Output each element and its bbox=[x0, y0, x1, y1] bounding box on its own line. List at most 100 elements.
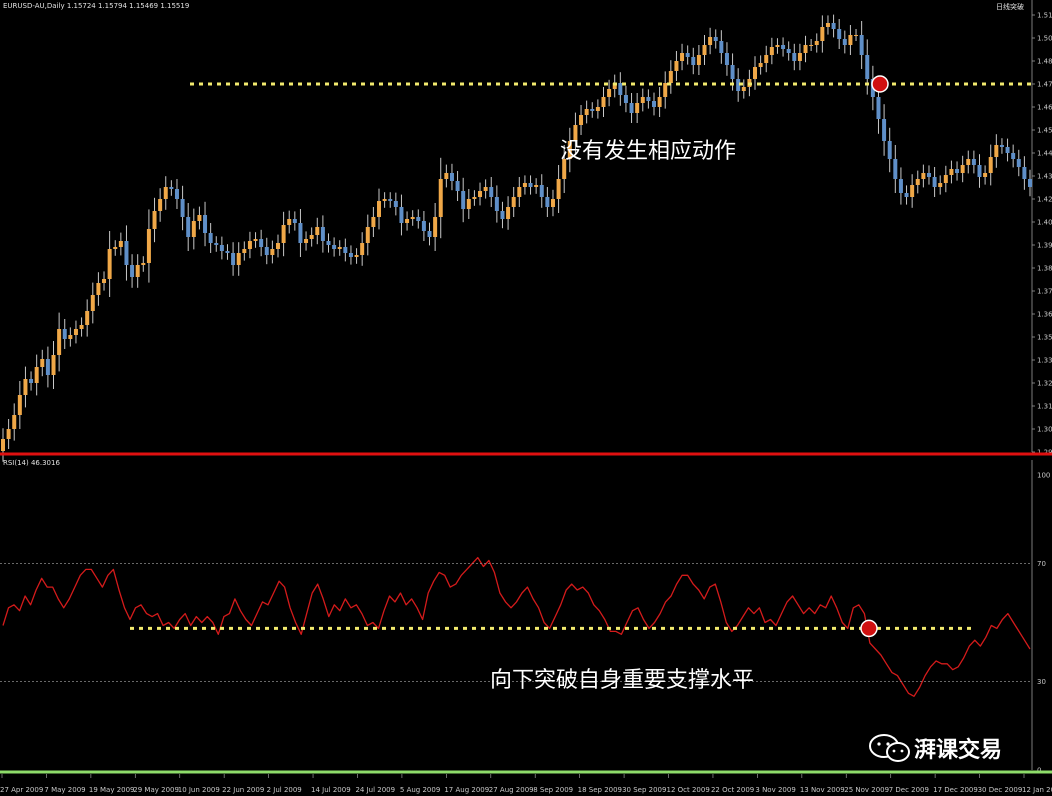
candle-body bbox=[73, 329, 78, 335]
candle-body bbox=[427, 231, 432, 237]
candle-body bbox=[416, 217, 421, 221]
candle-body bbox=[281, 225, 286, 243]
candle-body bbox=[893, 159, 898, 179]
candle-body bbox=[999, 145, 1004, 147]
candle-body bbox=[522, 183, 527, 187]
candle-body bbox=[410, 217, 415, 219]
candle-body bbox=[1016, 159, 1021, 167]
price-tick-label: 1.3855 bbox=[1037, 265, 1052, 273]
time-tick-label: 8 Sep 2009 bbox=[533, 786, 573, 794]
candle-body bbox=[534, 185, 539, 187]
candle-body bbox=[466, 199, 471, 209]
candle-body bbox=[85, 311, 90, 325]
candle-body bbox=[887, 141, 892, 159]
candle-body bbox=[1022, 167, 1027, 179]
candle-body bbox=[29, 379, 34, 383]
candle-body bbox=[247, 241, 252, 249]
candle-body bbox=[702, 45, 707, 55]
time-tick-label: 3 Nov 2009 bbox=[755, 786, 795, 794]
candle-body bbox=[1028, 179, 1032, 187]
price-annotation: 没有发生相应动作 bbox=[560, 139, 736, 164]
candle-body bbox=[590, 109, 595, 111]
candle-body bbox=[971, 159, 976, 165]
candle-body bbox=[399, 207, 404, 223]
candle-body bbox=[663, 83, 668, 97]
price-tick-label: 1.3740 bbox=[1037, 288, 1052, 296]
candle-body bbox=[983, 173, 988, 177]
candle-body bbox=[792, 53, 797, 61]
candle-body bbox=[79, 325, 84, 329]
candle-body bbox=[34, 367, 39, 383]
candle-body bbox=[315, 227, 320, 235]
candle-body bbox=[377, 201, 382, 217]
candle-body bbox=[842, 39, 847, 45]
candle-body bbox=[348, 253, 353, 257]
candle-body bbox=[820, 27, 825, 41]
candle-body bbox=[1011, 153, 1016, 159]
candle-body bbox=[455, 181, 460, 191]
candle-body bbox=[90, 295, 95, 311]
time-tick-label: 7 May 2009 bbox=[44, 786, 85, 794]
candle-body bbox=[45, 359, 50, 375]
candle-body bbox=[292, 219, 297, 223]
candle-body bbox=[657, 97, 662, 107]
candle-body bbox=[388, 199, 393, 201]
price-tick-label: 1.4315 bbox=[1037, 173, 1052, 181]
candle-body bbox=[169, 187, 174, 189]
candle-body bbox=[528, 183, 533, 187]
candle-body bbox=[287, 219, 292, 225]
candle-body bbox=[781, 45, 786, 49]
candle-body bbox=[208, 233, 213, 243]
candle-body bbox=[62, 329, 67, 339]
price-tick-label: 1.5120 bbox=[1037, 12, 1052, 20]
candle-body bbox=[405, 219, 410, 223]
candle-body bbox=[966, 159, 971, 165]
candle-body bbox=[848, 35, 853, 45]
time-tick-label: 22 Oct 2009 bbox=[711, 786, 754, 794]
time-tick-label: 2 Jul 2009 bbox=[267, 786, 302, 794]
candle-body bbox=[640, 97, 645, 103]
candle-body bbox=[623, 95, 628, 103]
candle-body bbox=[264, 247, 269, 255]
candle-body bbox=[304, 239, 309, 243]
price-tick-label: 1.4775 bbox=[1037, 81, 1052, 89]
candle-body bbox=[882, 119, 887, 141]
candle-body bbox=[607, 89, 612, 97]
candle-body bbox=[786, 49, 791, 53]
price-tick-label: 1.3395 bbox=[1037, 357, 1052, 365]
candle-body bbox=[691, 57, 696, 65]
candle-body bbox=[270, 249, 275, 255]
time-tick-label: 17 Aug 2009 bbox=[444, 786, 489, 794]
price-tick-label: 1.4430 bbox=[1037, 150, 1052, 158]
candle-body bbox=[231, 253, 236, 265]
candle-body bbox=[825, 23, 830, 27]
time-tick-label: 30 Sep 2009 bbox=[622, 786, 666, 794]
candle-body bbox=[365, 227, 370, 243]
candle-body bbox=[921, 173, 926, 179]
candle-body bbox=[758, 63, 763, 67]
price-tick-label: 1.4660 bbox=[1037, 104, 1052, 112]
candle-body bbox=[354, 255, 359, 257]
candle-body bbox=[107, 249, 112, 279]
candle-body bbox=[1005, 147, 1010, 153]
time-tick-label: 24 Jul 2009 bbox=[355, 786, 395, 794]
candle-body bbox=[382, 199, 387, 201]
rsi-tick-label: 70 bbox=[1037, 560, 1046, 568]
candle-body bbox=[186, 217, 191, 237]
candle-body bbox=[23, 379, 28, 395]
candle-body bbox=[12, 415, 17, 429]
candle-body bbox=[584, 109, 589, 115]
candle-body bbox=[253, 239, 258, 241]
candle-body bbox=[775, 45, 780, 47]
candle-body bbox=[943, 175, 948, 183]
candle-body bbox=[113, 247, 118, 249]
rsi-break-marker bbox=[860, 619, 878, 638]
watermark-text: 湃课交易 bbox=[914, 737, 1002, 763]
candle-body bbox=[124, 241, 129, 265]
time-tick-label: 5 Aug 2009 bbox=[400, 786, 440, 794]
candle-body bbox=[910, 185, 915, 197]
candle-body bbox=[865, 55, 870, 79]
candle-body bbox=[915, 179, 920, 185]
time-tick-label: 13 Nov 2009 bbox=[800, 786, 845, 794]
candle-body bbox=[517, 187, 522, 197]
